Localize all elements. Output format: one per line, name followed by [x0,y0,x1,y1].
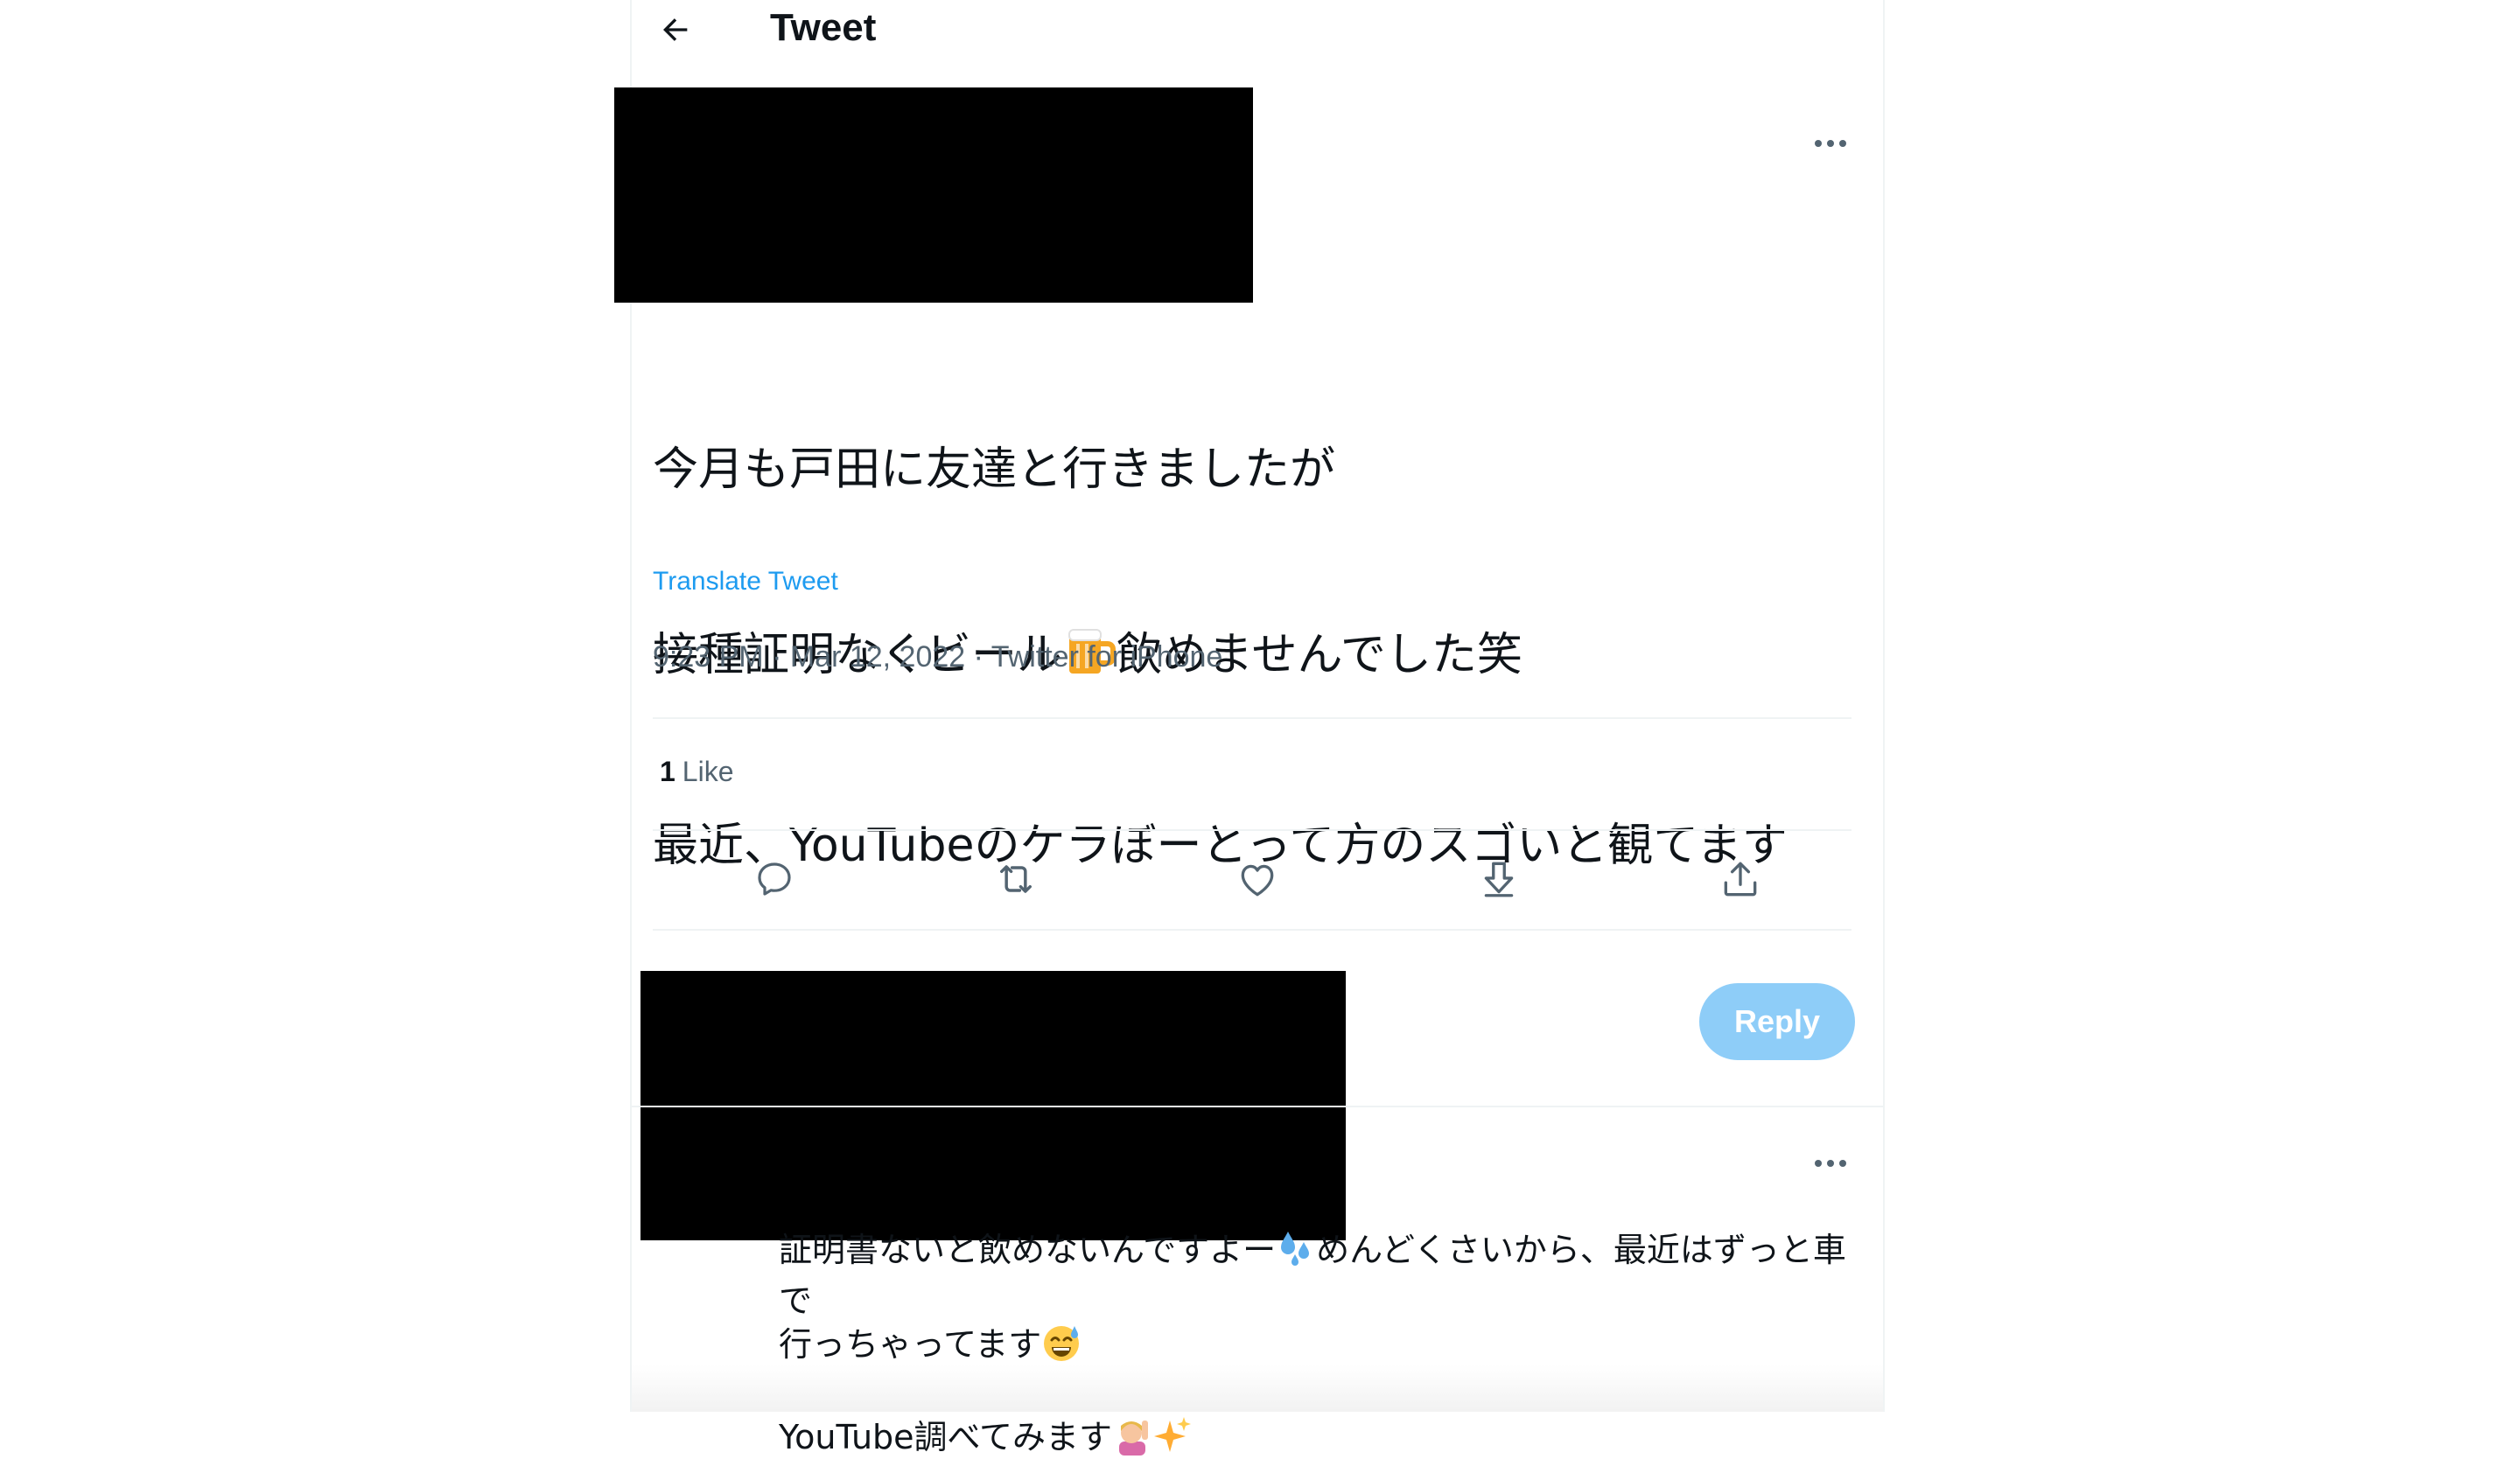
more-options-button[interactable] [1804,126,1857,161]
tweet-line: 今月も戸田に友達と行きましたが [653,443,1336,496]
sweat-droplets-icon [1276,1228,1316,1279]
page-title: Tweet [770,6,877,49]
reply-icon [758,862,791,896]
section-divider [632,1106,1883,1107]
person-raising-hand-icon [1112,1415,1152,1466]
more-horizontal-icon [1815,140,1846,147]
bottom-fade [632,1365,1883,1412]
retweet-icon [1000,865,1032,893]
back-button[interactable] [649,3,702,56]
reply-line: YouTube調べてみます [779,1415,1864,1466]
like-count: 1 [660,756,676,787]
retweet-button[interactable] [985,848,1046,910]
more-horizontal-icon [1815,1160,1846,1167]
divider [653,929,1852,931]
reply-more-options-button[interactable] [1804,1146,1857,1181]
reply-submit-button[interactable]: Reply [1699,983,1855,1060]
sparkles-icon [1152,1415,1193,1466]
translate-tweet-link[interactable]: Translate Tweet [653,567,838,597]
tweet-actions-bar [653,831,1852,927]
divider [653,717,1852,719]
like-count-link[interactable]: 1 Like [660,756,734,788]
share-button[interactable] [1710,848,1771,910]
arrow-left-icon [663,18,688,41]
top-header: Tweet [632,0,1883,56]
tweet-column: Tweet 今月も戸田に友達と行きましたが 接種証明なくビール 飲めませんでした笑… [614,0,1885,1456]
bookmark-download-icon [1484,862,1514,897]
tweet-timestamp[interactable]: 9:23 PM · Mar 12, 2022 · Twitter for iPh… [653,640,1222,674]
redacted-author-info [614,87,1253,303]
bookmark-button[interactable] [1468,848,1530,910]
reply-line: 証明書ないと飲めないんですよー めんどくさいから、最近はずっと車で [779,1228,1864,1323]
share-icon [1724,862,1757,897]
reply-tweet-body: 証明書ないと飲めないんですよー めんどくさいから、最近はずっと車で 行っちゃってま… [779,1228,1864,1466]
like-icon [1241,864,1274,897]
like-button[interactable] [1227,848,1288,910]
like-label: Like [682,756,734,787]
reply-button[interactable] [744,848,805,910]
